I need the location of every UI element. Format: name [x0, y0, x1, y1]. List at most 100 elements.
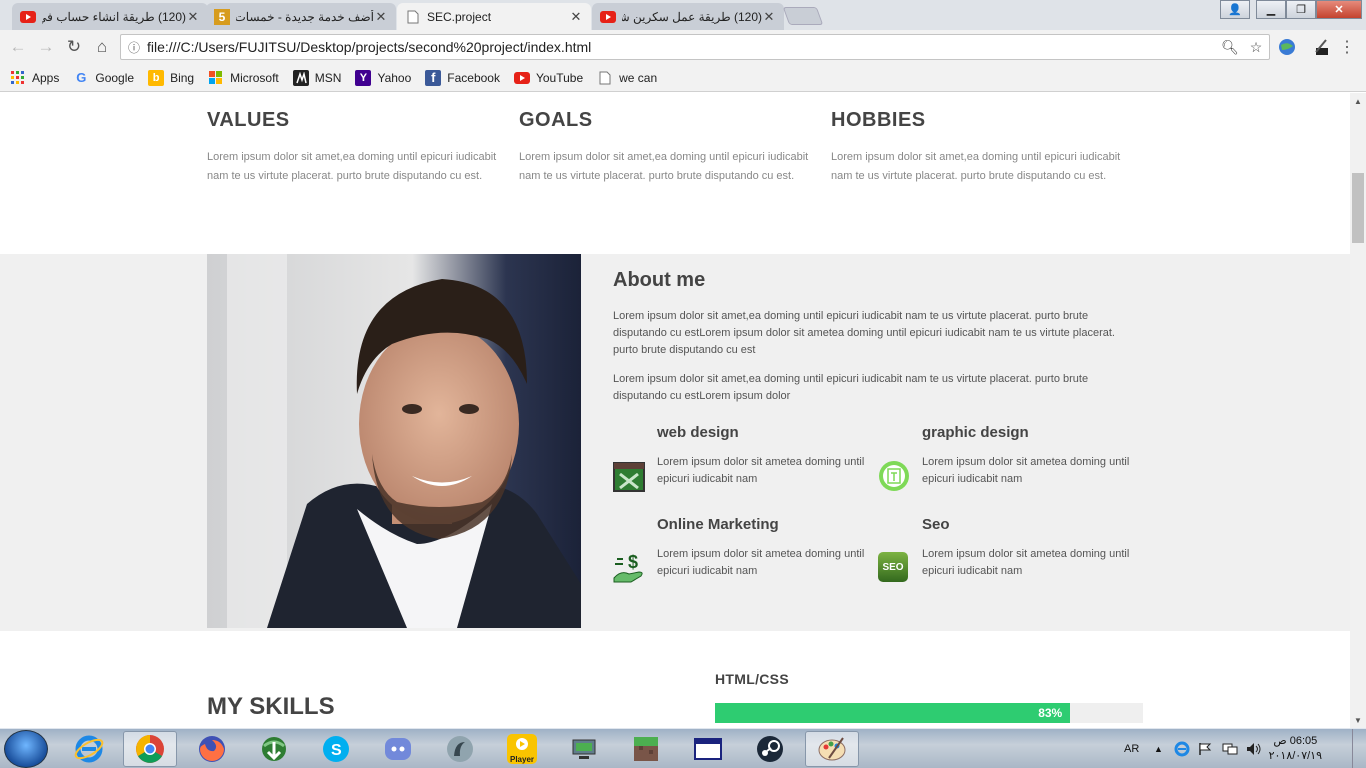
messenger-icon[interactable]	[433, 731, 487, 767]
maximize-button[interactable]: ❐	[1286, 0, 1316, 19]
url-text[interactable]: file:///C:/Users/FUJITSU/Desktop/project…	[147, 39, 1217, 55]
forward-arrow-icon[interactable]: →	[32, 33, 60, 61]
bookmark-google[interactable]: G Google	[73, 70, 134, 86]
about-section: About me Lorem ipsum dolor sit amet,ea d…	[0, 254, 1350, 631]
scroll-up-arrow-icon[interactable]: ▲	[1350, 93, 1366, 109]
msn-icon	[292, 69, 309, 86]
tab-sec-project[interactable]: SEC.project ✕	[397, 3, 591, 30]
tray-ie-icon[interactable]	[1174, 729, 1190, 768]
bookmark-yahoo[interactable]: Y Yahoo	[355, 69, 411, 86]
home-icon[interactable]: ⌂	[88, 33, 116, 61]
goals-heading: GOALS	[519, 109, 593, 131]
tab-title: (120) طريقة عمل سكرين شوت	[622, 9, 762, 24]
bookmark-apps[interactable]: Apps	[10, 70, 59, 86]
bookmark-label: YouTube	[535, 70, 584, 85]
window-icon[interactable]	[681, 731, 735, 767]
svg-text:$: $	[628, 552, 638, 572]
bookmark-we-can[interactable]: we can	[597, 70, 657, 86]
page-scrollbar[interactable]: ▲ ▼	[1350, 93, 1366, 728]
back-arrow-icon[interactable]: ←	[4, 33, 32, 61]
bookmark-label: Facebook	[447, 70, 500, 85]
bing-icon: b	[148, 69, 165, 86]
new-tab-button[interactable]	[782, 7, 824, 25]
info-icon[interactable]: ⓘ	[121, 39, 147, 56]
minecraft-icon[interactable]	[619, 731, 673, 767]
about-text-block: About me Lorem ipsum dolor sit amet,ea d…	[613, 269, 1133, 405]
extension-globe-icon[interactable]	[1276, 36, 1298, 58]
profile-photo	[207, 254, 581, 628]
bookmark-microsoft[interactable]: Microsoft	[208, 70, 279, 86]
bookmark-label: Google	[95, 70, 135, 85]
player-icon[interactable]: Player	[495, 731, 549, 767]
tab-youtube-account[interactable]: (120) طريقة انشاء حساب في خ ✕	[12, 3, 208, 30]
system-clock[interactable]: 06:05 ص ٢٠١٨/٠٧/١٩	[1269, 734, 1322, 764]
google-icon: G	[76, 70, 87, 85]
online-marketing-icon: $	[613, 552, 645, 584]
tab-title: SEC.project	[427, 9, 492, 24]
about-heading: About me	[613, 269, 706, 291]
tray-expand-icon[interactable]: ▲	[1154, 729, 1163, 768]
bookmark-youtube[interactable]: YouTube	[513, 70, 584, 86]
svg-text:S: S	[331, 742, 342, 759]
service-title: Online Marketing	[657, 516, 779, 533]
close-tab-icon[interactable]: ✕	[762, 9, 776, 25]
hobbies-heading: HOBBIES	[831, 109, 926, 131]
skill-progress-fill: 83%	[715, 703, 1071, 723]
values-text: Lorem ipsum dolor sit amet,ea doming unt…	[207, 151, 497, 182]
about-paragraph-1: Lorem ipsum dolor sit amet,ea doming unt…	[613, 310, 1115, 356]
bookmark-label: Apps	[32, 70, 60, 85]
values-column: VALUES Lorem ipsum dolor sit amet,ea dom…	[207, 109, 507, 186]
close-tab-icon[interactable]: ✕	[186, 9, 200, 25]
firefox-icon[interactable]	[185, 731, 239, 767]
chrome-menu-icon[interactable]: ⋮	[1336, 36, 1358, 58]
about-paragraph-2: Lorem ipsum dolor sit amet,ea doming unt…	[613, 373, 1089, 402]
zoom-icon[interactable]: 🔍︎	[1217, 39, 1243, 56]
bookmark-label: we can	[619, 70, 658, 85]
bookmark-msn[interactable]: MSN	[292, 69, 341, 86]
service-title: graphic design	[922, 424, 1029, 441]
reload-icon[interactable]: ↻	[60, 33, 88, 61]
hobbies-column: HOBBIES Lorem ipsum dolor sit amet,ea do…	[831, 109, 1131, 186]
bookmark-bing[interactable]: b Bing	[148, 69, 195, 86]
minimize-button[interactable]: ▁	[1256, 0, 1286, 19]
action-center-flag-icon[interactable]	[1198, 729, 1212, 768]
skill-progress-track: 83%	[715, 703, 1143, 723]
service-title: Seo	[922, 516, 950, 533]
service-text: Lorem ipsum dolor sit ametea doming unti…	[922, 548, 1130, 577]
volume-icon[interactable]	[1246, 729, 1262, 768]
internet-explorer-icon[interactable]	[62, 731, 116, 767]
tab-title: (120) طريقة انشاء حساب في خ	[42, 9, 186, 24]
language-label: AR	[1124, 743, 1140, 755]
scroll-down-arrow-icon[interactable]: ▼	[1350, 712, 1366, 728]
download-manager-icon[interactable]	[247, 731, 301, 767]
show-desktop-button[interactable]	[1352, 729, 1366, 768]
paint-icon[interactable]	[805, 731, 859, 767]
web-design-icon	[613, 460, 645, 492]
bookmark-star-icon[interactable]: ☆	[1243, 39, 1269, 56]
bookmark-facebook[interactable]: f Facebook	[425, 69, 500, 86]
skype-icon[interactable]: S	[309, 731, 363, 767]
bookmark-label: Bing	[170, 70, 195, 85]
scrollbar-thumb[interactable]	[1352, 173, 1364, 243]
close-tab-icon[interactable]: ✕	[374, 9, 388, 25]
discord-icon[interactable]	[371, 731, 425, 767]
language-indicator[interactable]: AR	[1124, 729, 1139, 768]
network-icon[interactable]	[557, 731, 611, 767]
service-title: web design	[657, 424, 739, 441]
skills-heading: MY SKILLS	[207, 693, 335, 720]
address-bar[interactable]: ⓘ file:///C:/Users/FUJITSU/Desktop/proje…	[120, 34, 1270, 60]
tab-khamsat[interactable]: 5 أضف خدمة جديدة - خمسات ✕	[206, 3, 396, 30]
youtube-icon	[20, 9, 36, 25]
user-profile-icon[interactable]: 👤	[1220, 0, 1250, 19]
network-status-icon[interactable]	[1222, 729, 1238, 768]
start-button[interactable]	[4, 730, 48, 768]
tab-youtube-screenshot[interactable]: (120) طريقة عمل سكرين شوت ✕	[592, 3, 784, 30]
steam-icon[interactable]	[743, 731, 797, 767]
close-tab-icon[interactable]: ✕	[569, 9, 583, 25]
extension-eyedropper-icon[interactable]	[1310, 36, 1332, 58]
seo-icon: SEO	[878, 552, 908, 582]
chrome-icon[interactable]	[123, 731, 177, 767]
close-window-button[interactable]: ✕	[1316, 0, 1362, 19]
browser-tab-strip: (120) طريقة انشاء حساب في خ ✕ 5 أضف خدمة…	[0, 0, 1366, 30]
service-text: Lorem ipsum dolor sit ametea doming unti…	[657, 456, 865, 485]
